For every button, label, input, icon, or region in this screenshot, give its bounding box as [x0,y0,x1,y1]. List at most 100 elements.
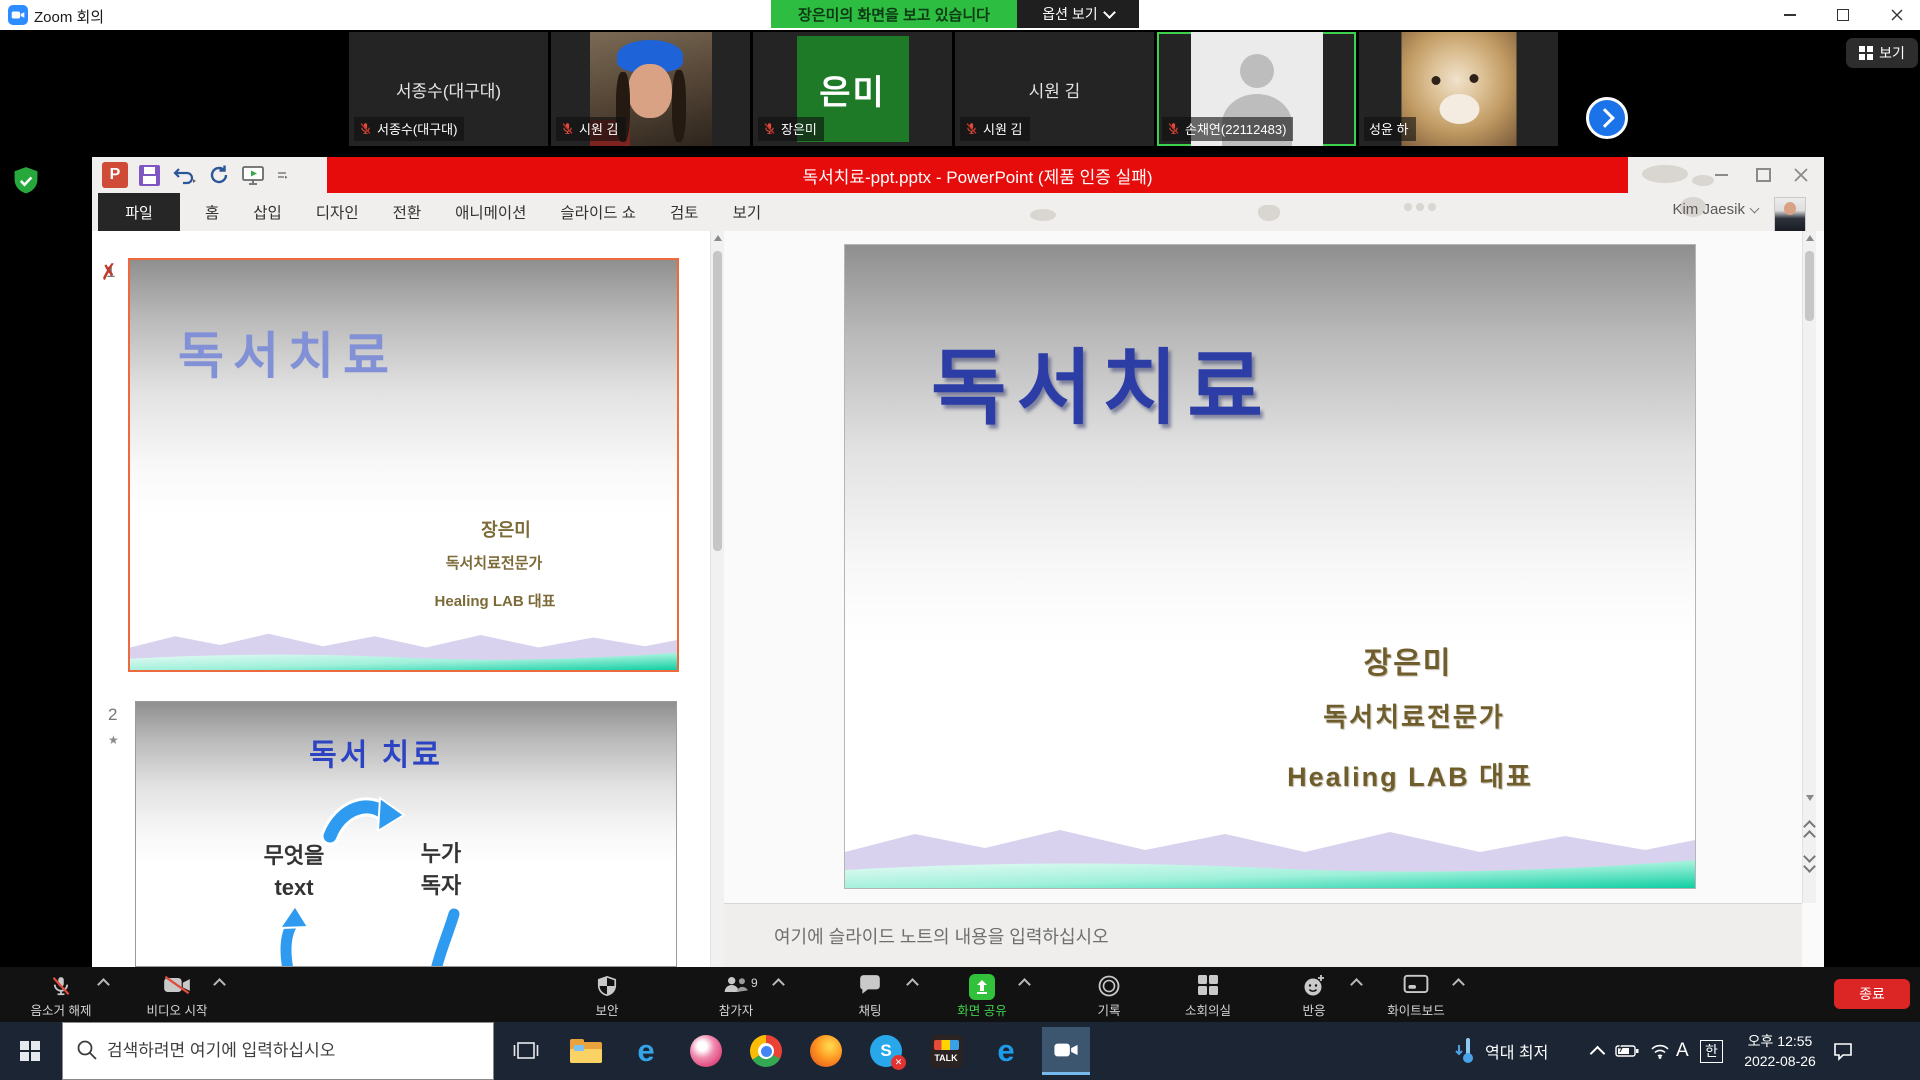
chevron-up-icon[interactable] [213,978,226,991]
breakout-rooms-button[interactable]: 소회의실 [1153,971,1263,1019]
shared-screen-area: P 독서치료-ppt.pptx - PowerPoint (제품 인증 실패) [0,148,1920,967]
main-slide-canvas[interactable]: 독서치료 장은미 독서치료전문가 Healing LAB 대표 [845,245,1695,888]
slide-notes-area[interactable]: 여기에 슬라이드 노트의 내용을 입력하십시오 [724,903,1802,967]
participants-button[interactable]: 9 참가자 [681,971,791,1019]
close-button[interactable] [1874,0,1920,30]
participant-tile[interactable]: 시원 김 [551,32,750,146]
participant-tile-active-speaker[interactable]: 손채연(22112483) [1157,32,1356,146]
maximize-button[interactable] [1820,0,1866,30]
customize-qat-icon[interactable] [276,169,288,181]
slide-area-scrollbar[interactable] [1802,231,1816,903]
firefox-button[interactable] [802,1027,850,1075]
zoom-app-button-active[interactable] [1042,1027,1090,1075]
tab-animations[interactable]: 애니메이션 [438,201,543,223]
slide1-thumb-title: 독서치료 [178,316,398,388]
chevron-up-icon[interactable] [1018,978,1031,991]
taskbar-clock[interactable]: 오후 12:55 2022-08-26 [1735,1022,1825,1080]
share-screen-button[interactable]: 화면 공유 [927,971,1037,1019]
powerpoint-app-icon[interactable]: P [102,162,128,188]
chrome-button[interactable] [742,1027,790,1075]
search-input[interactable] [62,1022,494,1080]
start-slideshow-button[interactable] [241,164,265,186]
participant-tile[interactable]: 시원 김 시원 김 [955,32,1154,146]
participant-tile[interactable]: 은미 장은미 [753,32,952,146]
tray-overflow-button[interactable] [1592,1022,1603,1080]
next-slide-button[interactable] [1805,852,1814,871]
task-view-button[interactable] [502,1027,550,1075]
action-center-button[interactable] [1832,1022,1854,1080]
tab-design[interactable]: 디자인 [299,201,376,223]
tab-transitions[interactable]: 전환 [376,201,439,223]
photos-app-button[interactable] [682,1027,730,1075]
ppt-maximize-button[interactable] [1746,157,1780,193]
thermometer-icon [1455,1037,1477,1065]
doodle-decoration [1258,205,1280,221]
start-button[interactable] [0,1022,60,1080]
tab-view[interactable]: 보기 [716,201,779,223]
chevron-up-icon[interactable] [906,978,919,991]
redo-button[interactable] [208,164,230,186]
gallery-view-button[interactable]: 보기 [1846,38,1918,68]
ribbon-tab-bar: 파일 홈 삽입 디자인 전환 애니메이션 슬라이드 쇼 검토 보기 [92,193,1824,232]
scrollbar-thumb[interactable] [713,251,722,551]
tab-insert[interactable]: 삽입 [236,201,299,223]
reactions-button[interactable]: 반응 [1259,971,1369,1019]
view-options-button[interactable]: 옵션 보기 [1017,0,1139,28]
maximize-icon [1837,9,1849,21]
chat-button[interactable]: 채팅 [815,971,925,1019]
wifi-indicator[interactable] [1650,1022,1670,1080]
weather-widget[interactable]: 역대 최저 [1455,1022,1548,1080]
record-icon [1097,974,1121,998]
chevron-up-icon[interactable] [1452,978,1465,991]
slide-editor-area: 독서치료 장은미 독서치료전문가 Healing LAB 대표 [724,231,1802,967]
powerpoint-window: P 독서치료-ppt.pptx - PowerPoint (제품 인증 실패) [92,157,1824,967]
ime-latin-indicator[interactable]: A [1676,1022,1689,1080]
tab-file[interactable]: 파일 [98,193,180,231]
tab-review[interactable]: 검토 [653,201,716,223]
unmute-button[interactable]: 음소거 해제 [6,971,116,1019]
security-button[interactable]: 보안 [552,971,662,1019]
reactions-icon [1302,974,1326,998]
whiteboard-button[interactable]: 화이트보드 [1361,971,1471,1019]
edge-button[interactable]: e [982,1027,1030,1075]
minimize-icon [1715,174,1728,176]
ime-korean-indicator[interactable]: 한 [1700,1022,1723,1080]
minimize-button[interactable] [1767,0,1813,30]
chevron-down-icon [1750,204,1760,214]
scrollbar-thumb[interactable] [1805,251,1814,321]
participant-video-cat [1401,32,1516,146]
tab-home[interactable]: 홈 [188,201,236,223]
slide2-thumbnail[interactable]: 독서 치료 무엇을 tex [135,701,677,967]
next-participants-button[interactable] [1586,97,1628,139]
participant-tile[interactable]: 서종수(대구대) 서종수(대구대) [349,32,548,146]
participant-tile[interactable]: 성윤 하 [1359,32,1558,146]
zoom-meeting-window: Zoom 회의 장은미의 화면을 보고 있습니다 옵션 보기 서종수(대구대) … [0,0,1920,1080]
ppt-close-button[interactable] [1784,157,1818,193]
tab-slideshow[interactable]: 슬라이드 쇼 [543,201,653,223]
leave-meeting-button[interactable]: 종료 [1834,979,1910,1009]
muted-mic-icon [1167,122,1180,135]
account-avatar[interactable] [1774,197,1806,232]
slide1-thumbnail[interactable]: 독서치료 장은미 독서치료전문가 Healing LAB 대표 [128,258,679,672]
taskbar-search[interactable] [62,1022,494,1080]
undo-button[interactable] [171,165,197,185]
notification-badge: ✕ [891,1055,906,1070]
kakaotalk-button[interactable]: TALK [922,1027,970,1075]
slide-title: 독서치료 [931,321,1273,440]
previous-slide-button[interactable] [1805,822,1814,841]
document-title: 독서치료-ppt.pptx - PowerPoint (제품 인증 실패) [327,157,1628,193]
file-explorer-button[interactable] [562,1027,610,1075]
chevron-up-icon[interactable] [772,978,785,991]
record-button[interactable]: 기록 [1054,971,1164,1019]
internet-explorer-button[interactable]: e [622,1027,670,1075]
shield-icon [596,974,618,998]
battery-indicator[interactable] [1615,1022,1639,1080]
skype-button[interactable]: S ✕ [862,1027,910,1075]
thumbnail-panel-scrollbar[interactable] [710,231,724,967]
start-video-button[interactable]: 비디오 시작 [122,971,232,1019]
chevron-up-icon [1590,1045,1606,1061]
skype-icon: S ✕ [870,1035,902,1067]
save-button[interactable] [139,165,160,186]
chevron-up-icon[interactable] [97,978,110,991]
account-name[interactable]: Kim Jaesik [1672,201,1758,218]
